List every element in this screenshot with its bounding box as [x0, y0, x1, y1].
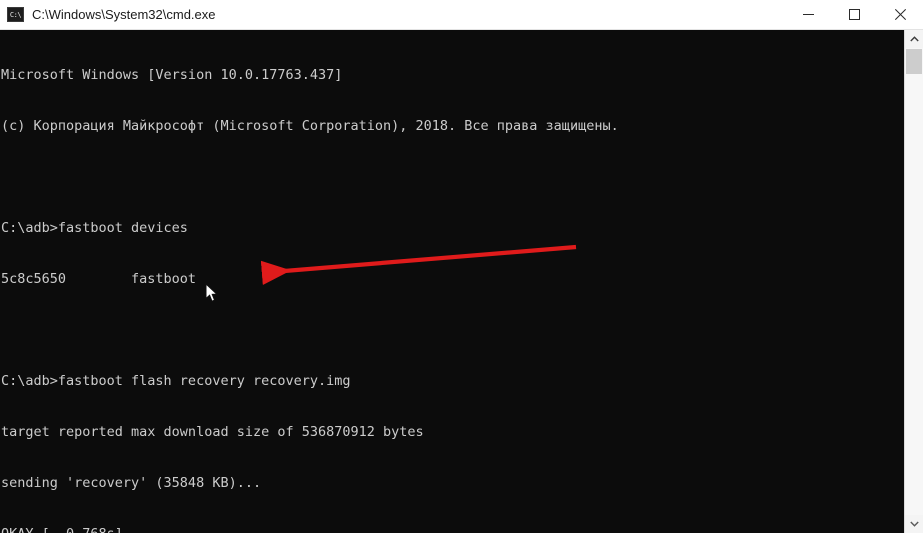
titlebar-left-group: C:\ C:\Windows\System32\cmd.exe: [0, 7, 785, 22]
console-line: OKAY [ 0.768s]: [1, 526, 901, 533]
console-line: Microsoft Windows [Version 10.0.17763.43…: [1, 67, 343, 83]
cmd-icon: C:\: [7, 7, 24, 22]
console-line: (c) Корпорация Майкрософт (Microsoft Cor…: [1, 118, 619, 134]
scrollbar-track[interactable]: [905, 48, 923, 515]
window-titlebar[interactable]: C:\ C:\Windows\System32\cmd.exe: [0, 0, 923, 30]
scrollbar-down-button[interactable]: [905, 515, 923, 533]
console-line: 5c8c5650 fastboot: [1, 271, 197, 287]
cmd-icon-glyph: C:\: [9, 11, 22, 19]
maximize-button[interactable]: [831, 0, 877, 29]
minimize-icon: [802, 14, 814, 15]
scrollbar-thumb[interactable]: [906, 49, 922, 74]
maximize-icon: [848, 9, 860, 20]
chevron-up-icon: [909, 36, 919, 42]
console-line: C:\adb>fastboot devices: [1, 220, 188, 236]
console-output-area[interactable]: Microsoft Windows [Version 10.0.17763.43…: [0, 30, 904, 533]
console-line: sending 'recovery' (35848 KB)...: [1, 475, 262, 491]
close-icon: [894, 9, 906, 20]
chevron-down-icon: [909, 521, 919, 527]
console-line: C:\adb>fastboot flash recovery recovery.…: [1, 373, 351, 389]
vertical-scrollbar[interactable]: [904, 30, 923, 533]
close-button[interactable]: [877, 0, 923, 29]
console-lines: Microsoft Windows [Version 10.0.17763.43…: [1, 33, 901, 533]
scrollbar-up-button[interactable]: [905, 30, 923, 48]
console-line: target reported max download size of 536…: [1, 424, 424, 440]
cmd-window: C:\ C:\Windows\System32\cmd.exe Microsof…: [0, 0, 923, 533]
minimize-button[interactable]: [785, 0, 831, 29]
window-title: C:\Windows\System32\cmd.exe: [32, 7, 216, 22]
